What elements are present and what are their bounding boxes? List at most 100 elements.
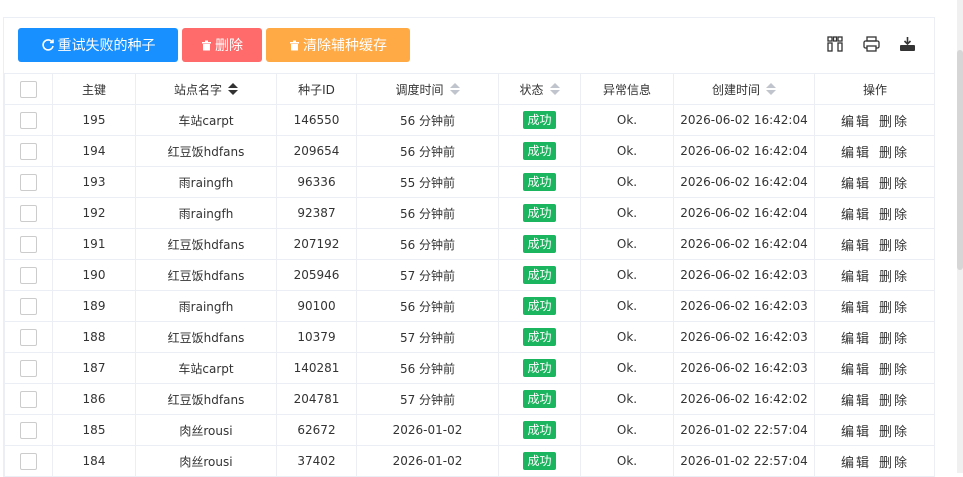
export-icon[interactable]	[898, 35, 916, 53]
key-cell: 195	[52, 104, 136, 136]
error-cell: Ok.	[580, 135, 674, 167]
table-row[interactable]: 191 红豆饭hdfans 207192 56 分钟前 成功 Ok. 2026-06-02 …	[4, 228, 934, 260]
actions-cell: 编辑 删除	[814, 228, 934, 260]
column-header-created-label: 创建时间	[711, 82, 760, 97]
schedule-cell: 56 分钟前	[356, 290, 499, 322]
scrollbar-thumb[interactable]	[957, 50, 963, 270]
delete-link[interactable]: 删除	[879, 456, 909, 471]
table-row[interactable]: 195 车站carpt 146550 56 分钟前 成功 Ok. 2026-06-02 16…	[4, 104, 934, 136]
edit-link[interactable]: 编辑	[841, 332, 871, 347]
column-header-status-label: 状态	[519, 82, 544, 97]
row-select-cell	[4, 197, 53, 229]
created-cell: 2026-06-02 16:42:04	[673, 104, 815, 136]
column-header-status[interactable]: 状态	[498, 73, 581, 105]
actions-cell: 编辑 删除	[814, 321, 934, 353]
delete-label: 删除	[215, 38, 243, 54]
table-row[interactable]: 190 红豆饭hdfans 205946 57 分钟前 成功 Ok. 2026-06-02 …	[4, 259, 934, 291]
row-checkbox[interactable]	[20, 297, 37, 315]
edit-link[interactable]: 编辑	[841, 363, 871, 378]
key-cell: 186	[52, 383, 136, 415]
delete-link[interactable]: 删除	[879, 115, 909, 130]
table-row[interactable]: 192 雨raingfh 92387 56 分钟前 成功 Ok. 2026-06-02 16…	[4, 197, 934, 229]
row-checkbox[interactable]	[20, 111, 37, 129]
site-cell: 雨raingfh	[135, 197, 277, 229]
table-row[interactable]: 187 车站carpt 140281 56 分钟前 成功 Ok. 2026-06-02 16…	[4, 352, 934, 384]
edit-link[interactable]: 编辑	[841, 301, 871, 316]
edit-link[interactable]: 编辑	[841, 270, 871, 285]
clear-cache-button[interactable]: 清除辅种缓存	[266, 28, 410, 62]
edit-link[interactable]: 编辑	[841, 115, 871, 130]
delete-link[interactable]: 删除	[879, 301, 909, 316]
row-checkbox[interactable]	[20, 266, 37, 284]
row-checkbox[interactable]	[20, 235, 37, 253]
site-cell: 红豆饭hdfans	[135, 135, 277, 167]
sort-active-icon[interactable]	[228, 82, 238, 98]
seed-id-cell: 62672	[276, 414, 357, 446]
delete-link[interactable]: 删除	[879, 332, 909, 347]
edit-link[interactable]: 编辑	[841, 208, 871, 223]
sort-icon[interactable]	[449, 82, 460, 98]
page-scrollbar[interactable]	[957, 0, 963, 473]
site-cell: 红豆饭hdfans	[135, 228, 277, 260]
sort-icon[interactable]	[549, 82, 560, 98]
column-header-site[interactable]: 站点名字	[135, 73, 277, 105]
edit-link[interactable]: 编辑	[841, 146, 871, 161]
status-cell: 成功	[498, 135, 581, 167]
row-checkbox[interactable]	[20, 452, 37, 470]
delete-link[interactable]: 删除	[879, 177, 909, 192]
column-header-site-label: 站点名字	[173, 82, 222, 97]
site-cell: 雨raingfh	[135, 290, 277, 322]
table-row[interactable]: 188 红豆饭hdfans 10379 57 分钟前 成功 Ok. 2026-06-02 1…	[4, 321, 934, 353]
delete-link[interactable]: 删除	[879, 363, 909, 378]
print-icon[interactable]	[862, 35, 880, 53]
status-badge: 成功	[523, 421, 556, 439]
schedule-cell: 56 分钟前	[356, 197, 499, 229]
edit-link[interactable]: 编辑	[841, 394, 871, 409]
table-row[interactable]: 185 肉丝rousi 62672 2026-01-02 成功 Ok. 2026-01-02…	[4, 414, 934, 446]
delete-link[interactable]: 删除	[879, 208, 909, 223]
edit-link[interactable]: 编辑	[841, 456, 871, 471]
row-select-cell	[4, 352, 53, 384]
delete-link[interactable]: 删除	[879, 239, 909, 254]
status-cell: 成功	[498, 321, 581, 353]
site-cell: 红豆饭hdfans	[135, 259, 277, 291]
refresh-icon	[41, 38, 55, 52]
column-header-schedule-time[interactable]: 调度时间	[356, 73, 499, 105]
delete-link[interactable]: 删除	[879, 146, 909, 161]
table-row[interactable]: 194 红豆饭hdfans 209654 56 分钟前 成功 Ok. 2026-06-02 …	[4, 135, 934, 167]
table-row[interactable]: 193 雨raingfh 96336 55 分钟前 成功 Ok. 2026-06-02 16…	[4, 166, 934, 198]
created-cell: 2026-06-02 16:42:03	[673, 290, 815, 322]
site-cell: 红豆饭hdfans	[135, 321, 277, 353]
schedule-cell: 56 分钟前	[356, 104, 499, 136]
table-row[interactable]: 189 雨raingfh 90100 56 分钟前 成功 Ok. 2026-06-02 16…	[4, 290, 934, 322]
edit-link[interactable]: 编辑	[841, 425, 871, 440]
columns-icon[interactable]	[826, 35, 844, 53]
key-cell: 190	[52, 259, 136, 291]
table-row[interactable]: 184 肉丝rousi 37402 2026-01-02 成功 Ok. 2026-01-02…	[4, 445, 934, 476]
column-header-error-label: 异常信息	[602, 82, 651, 97]
data-table: 主键 站点名字 种子ID 调度时间 状态 异常信息 创建时间 操作 195 车站c…	[4, 73, 934, 476]
row-checkbox[interactable]	[20, 173, 37, 191]
table-body: 195 车站carpt 146550 56 分钟前 成功 Ok. 2026-06-02 16…	[4, 104, 934, 476]
row-checkbox[interactable]	[20, 421, 37, 439]
row-select-cell	[4, 228, 53, 260]
select-all-checkbox[interactable]	[20, 80, 37, 98]
row-checkbox[interactable]	[20, 328, 37, 346]
delete-button[interactable]: 删除	[182, 28, 262, 62]
status-badge: 成功	[523, 111, 556, 129]
row-checkbox[interactable]	[20, 390, 37, 408]
delete-link[interactable]: 删除	[879, 270, 909, 285]
row-checkbox[interactable]	[20, 142, 37, 160]
table-row[interactable]: 186 红豆饭hdfans 204781 57 分钟前 成功 Ok. 2026-06-02 …	[4, 383, 934, 415]
edit-link[interactable]: 编辑	[841, 239, 871, 254]
retry-failed-button[interactable]: 重试失败的种子	[18, 28, 178, 62]
created-cell: 2026-06-02 16:42:03	[673, 352, 815, 384]
sort-icon[interactable]	[766, 82, 776, 98]
row-checkbox[interactable]	[20, 359, 37, 377]
row-checkbox[interactable]	[20, 204, 37, 222]
delete-link[interactable]: 删除	[879, 394, 909, 409]
column-header-created[interactable]: 创建时间	[673, 73, 815, 105]
status-cell: 成功	[498, 290, 581, 322]
edit-link[interactable]: 编辑	[841, 177, 871, 192]
delete-link[interactable]: 删除	[879, 425, 909, 440]
